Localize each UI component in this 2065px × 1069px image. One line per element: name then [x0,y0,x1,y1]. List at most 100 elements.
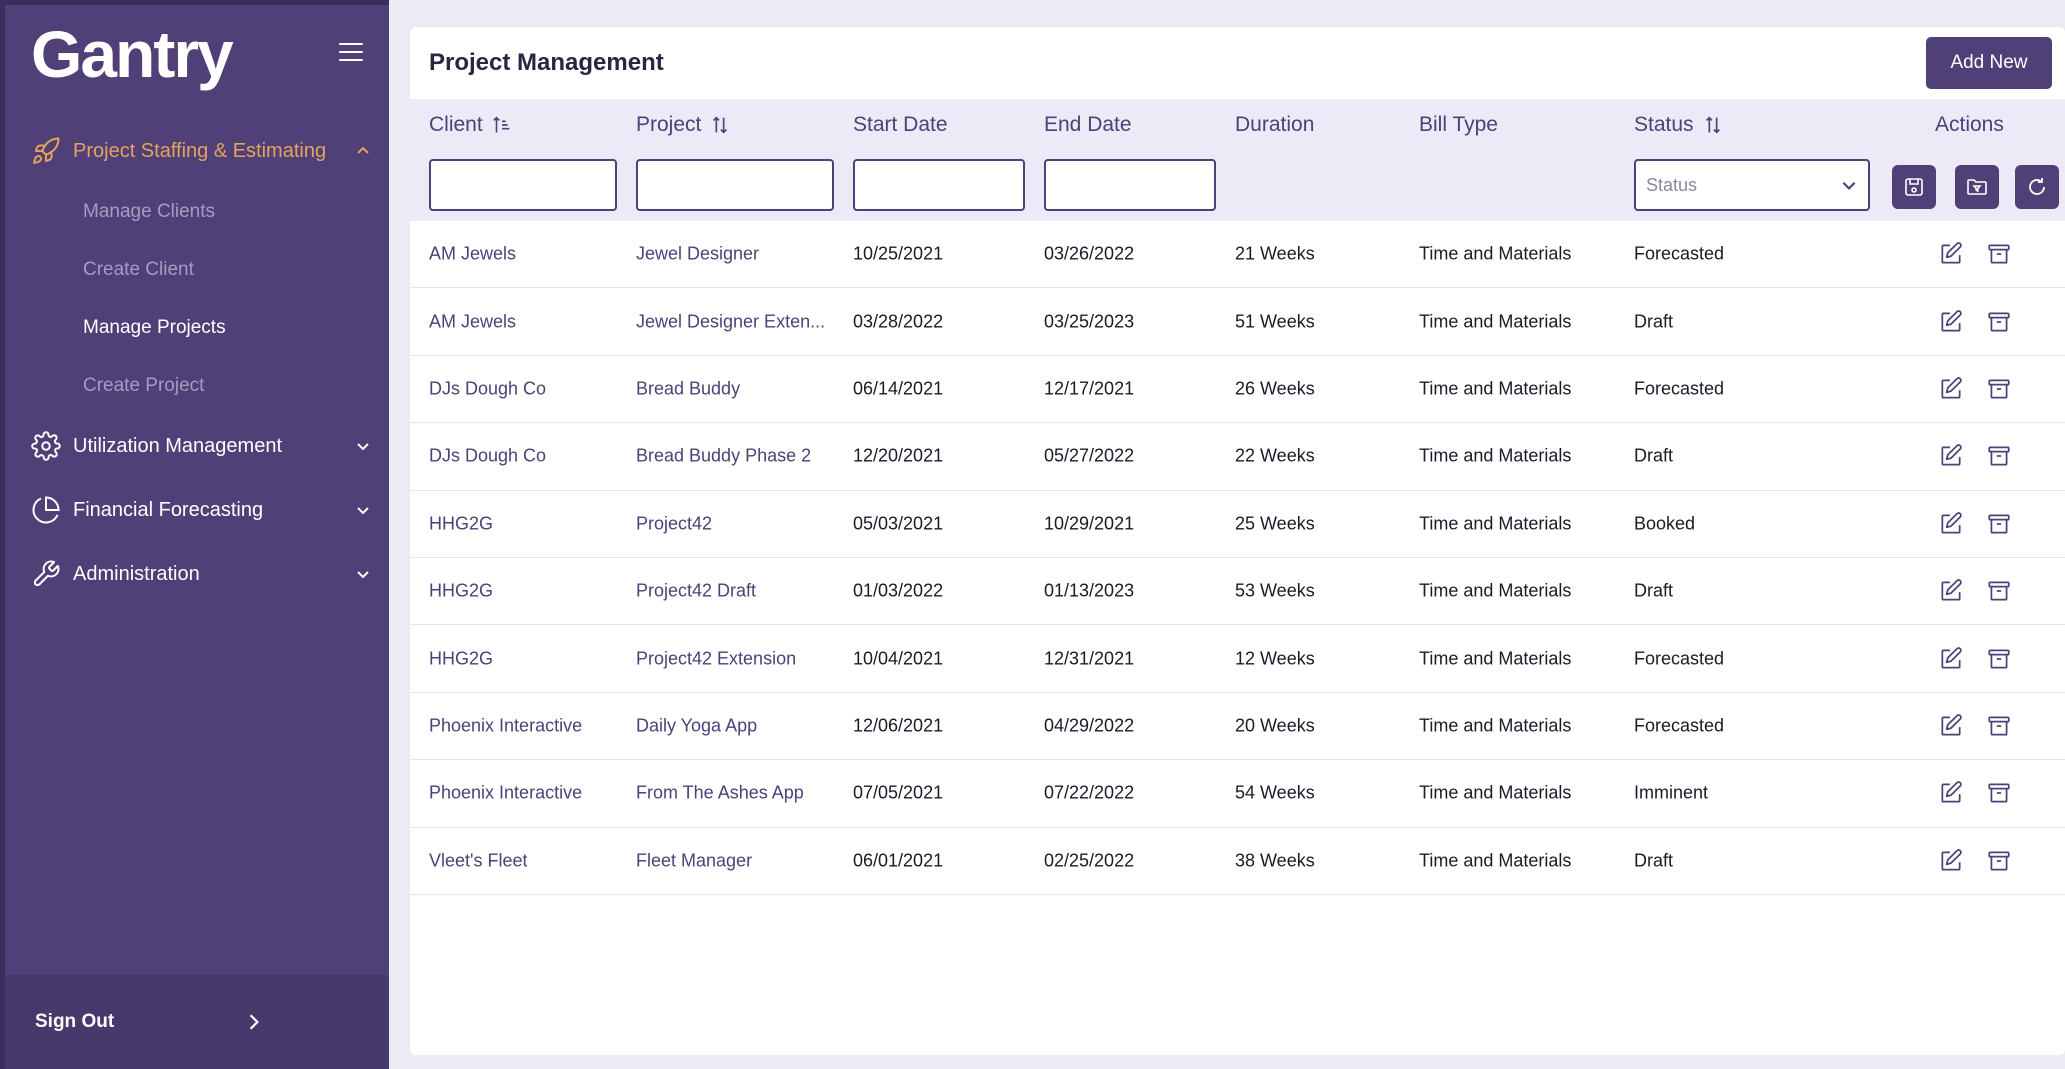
edit-icon[interactable] [1938,443,1964,469]
archive-icon[interactable] [1986,646,2012,672]
edit-icon[interactable] [1938,578,1964,604]
bill-type-cell: Time and Materials [1419,580,1572,601]
archive-icon[interactable] [1986,780,2012,806]
column-header-status[interactable]: Status [1634,113,1724,137]
archive-icon[interactable] [1986,443,2012,469]
nav-group-administration[interactable]: Administration [31,554,371,594]
table-row: HHG2G Project42 Extension 10/04/2021 12/… [410,625,2065,693]
project-link[interactable]: Project42 [636,513,712,534]
page-title: Project Management [429,49,664,76]
start-date-cell: 06/01/2021 [853,850,944,871]
project-link[interactable]: From The Ashes App [636,783,804,804]
chevron-down-icon [1842,181,1856,190]
status-cell: Draft [1634,311,1674,332]
status-filter-placeholder: Status [1646,174,1698,195]
client-link[interactable]: HHG2G [429,648,493,669]
archive-icon[interactable] [1986,578,2012,604]
archive-icon[interactable] [1986,511,2012,537]
client-link[interactable]: Phoenix Interactive [429,783,582,804]
project-filter-input[interactable] [636,159,834,211]
edit-icon[interactable] [1938,309,1964,335]
archive-icon[interactable] [1986,241,2012,267]
duration-cell: 22 Weeks [1235,445,1315,466]
reset-filter-button[interactable] [2015,165,2059,209]
sign-out-button[interactable]: Sign Out [5,975,389,1069]
chevron-down-icon [357,507,369,515]
column-header-project[interactable]: Project [636,113,731,137]
column-header-label: Client [429,113,483,136]
project-table-body: AM Jewels Jewel Designer 10/25/2021 03/2… [410,221,2065,895]
client-link[interactable]: AM Jewels [429,311,516,332]
duration-cell: 38 Weeks [1235,850,1315,871]
project-link[interactable]: Project42 Draft [636,581,756,602]
client-filter-input[interactable] [429,159,617,211]
client-link[interactable]: AM Jewels [429,244,516,265]
sidebar-item-create-project[interactable]: Create Project [83,375,204,397]
nav-group-project-staffing[interactable]: Project Staffing & Estimating [31,131,371,171]
start-date-cell: 07/05/2021 [853,782,944,803]
project-link[interactable]: Daily Yoga App [636,715,757,736]
bill-type-cell: Time and Materials [1419,378,1572,399]
client-link[interactable]: HHG2G [429,513,493,534]
status-cell: Forecasted [1634,243,1725,264]
column-header-end-date: End Date [1044,113,1132,137]
end-date-filter-input[interactable] [1044,159,1216,211]
column-header-label: Bill Type [1419,113,1498,136]
status-cell: Draft [1634,445,1674,466]
archive-icon[interactable] [1986,713,2012,739]
end-date-cell: 10/29/2021 [1044,513,1135,534]
client-link[interactable]: DJs Dough Co [429,446,546,467]
sidebar-item-manage-projects[interactable]: Manage Projects [83,317,226,339]
status-cell: Forecasted [1634,715,1725,736]
nav-group-label: Financial Forecasting [73,498,264,521]
project-link[interactable]: Bread Buddy [636,378,740,399]
client-link[interactable]: HHG2G [429,581,493,602]
status-filter-select[interactable]: Status [1634,159,1870,211]
project-link[interactable]: Jewel Designer Exten... [636,311,825,332]
sort-icon [1705,116,1720,134]
load-filter-button[interactable] [1955,165,1999,209]
nav-group-utilization[interactable]: Utilization Management [31,426,371,466]
start-date-cell: 12/06/2021 [853,715,944,736]
edit-icon[interactable] [1938,241,1964,267]
archive-icon[interactable] [1986,848,2012,874]
edit-icon[interactable] [1938,646,1964,672]
start-date-filter-input[interactable] [853,159,1025,211]
start-date-cell: 10/25/2021 [853,243,944,264]
bill-type-cell: Time and Materials [1419,782,1572,803]
edit-icon[interactable] [1938,713,1964,739]
duration-cell: 21 Weeks [1235,243,1315,264]
edit-icon[interactable] [1938,511,1964,537]
project-link[interactable]: Jewel Designer [636,244,759,265]
pie-chart-icon [32,496,60,524]
sidebar-item-manage-clients[interactable]: Manage Clients [83,201,215,223]
nav-group-label: Utilization Management [73,434,282,457]
edit-icon[interactable] [1938,376,1964,402]
project-link[interactable]: Project42 Extension [636,648,796,669]
sidebar-item-create-client[interactable]: Create Client [83,259,194,281]
client-link[interactable]: Vleet's Fleet [429,850,527,871]
status-cell: Booked [1634,513,1696,534]
client-link[interactable]: Phoenix Interactive [429,715,582,736]
end-date-cell: 12/31/2021 [1044,648,1135,669]
bottom-strip [389,1055,2065,1069]
project-link[interactable]: Bread Buddy Phase 2 [636,446,811,467]
gantry-logo[interactable]: Gantry [31,19,234,89]
edit-icon[interactable] [1938,848,1964,874]
archive-icon[interactable] [1986,376,2012,402]
client-link[interactable]: DJs Dough Co [429,378,546,399]
edit-icon[interactable] [1938,780,1964,806]
add-new-button[interactable]: Add New [1926,37,2052,89]
archive-icon[interactable] [1986,309,2012,335]
menu-toggle-icon[interactable] [339,43,363,63]
save-filter-button[interactable] [1892,165,1936,209]
bill-type-cell: Time and Materials [1419,243,1572,264]
end-date-cell: 03/26/2022 [1044,243,1135,264]
column-header-client[interactable]: Client [429,113,513,137]
bill-type-cell: Time and Materials [1419,648,1572,669]
status-cell: Imminent [1634,782,1709,803]
project-link[interactable]: Fleet Manager [636,850,752,871]
project-management-panel: Project Management Add New Client Projec… [410,27,2065,1055]
duration-cell: 20 Weeks [1235,715,1315,736]
nav-group-financial[interactable]: Financial Forecasting [31,490,371,530]
